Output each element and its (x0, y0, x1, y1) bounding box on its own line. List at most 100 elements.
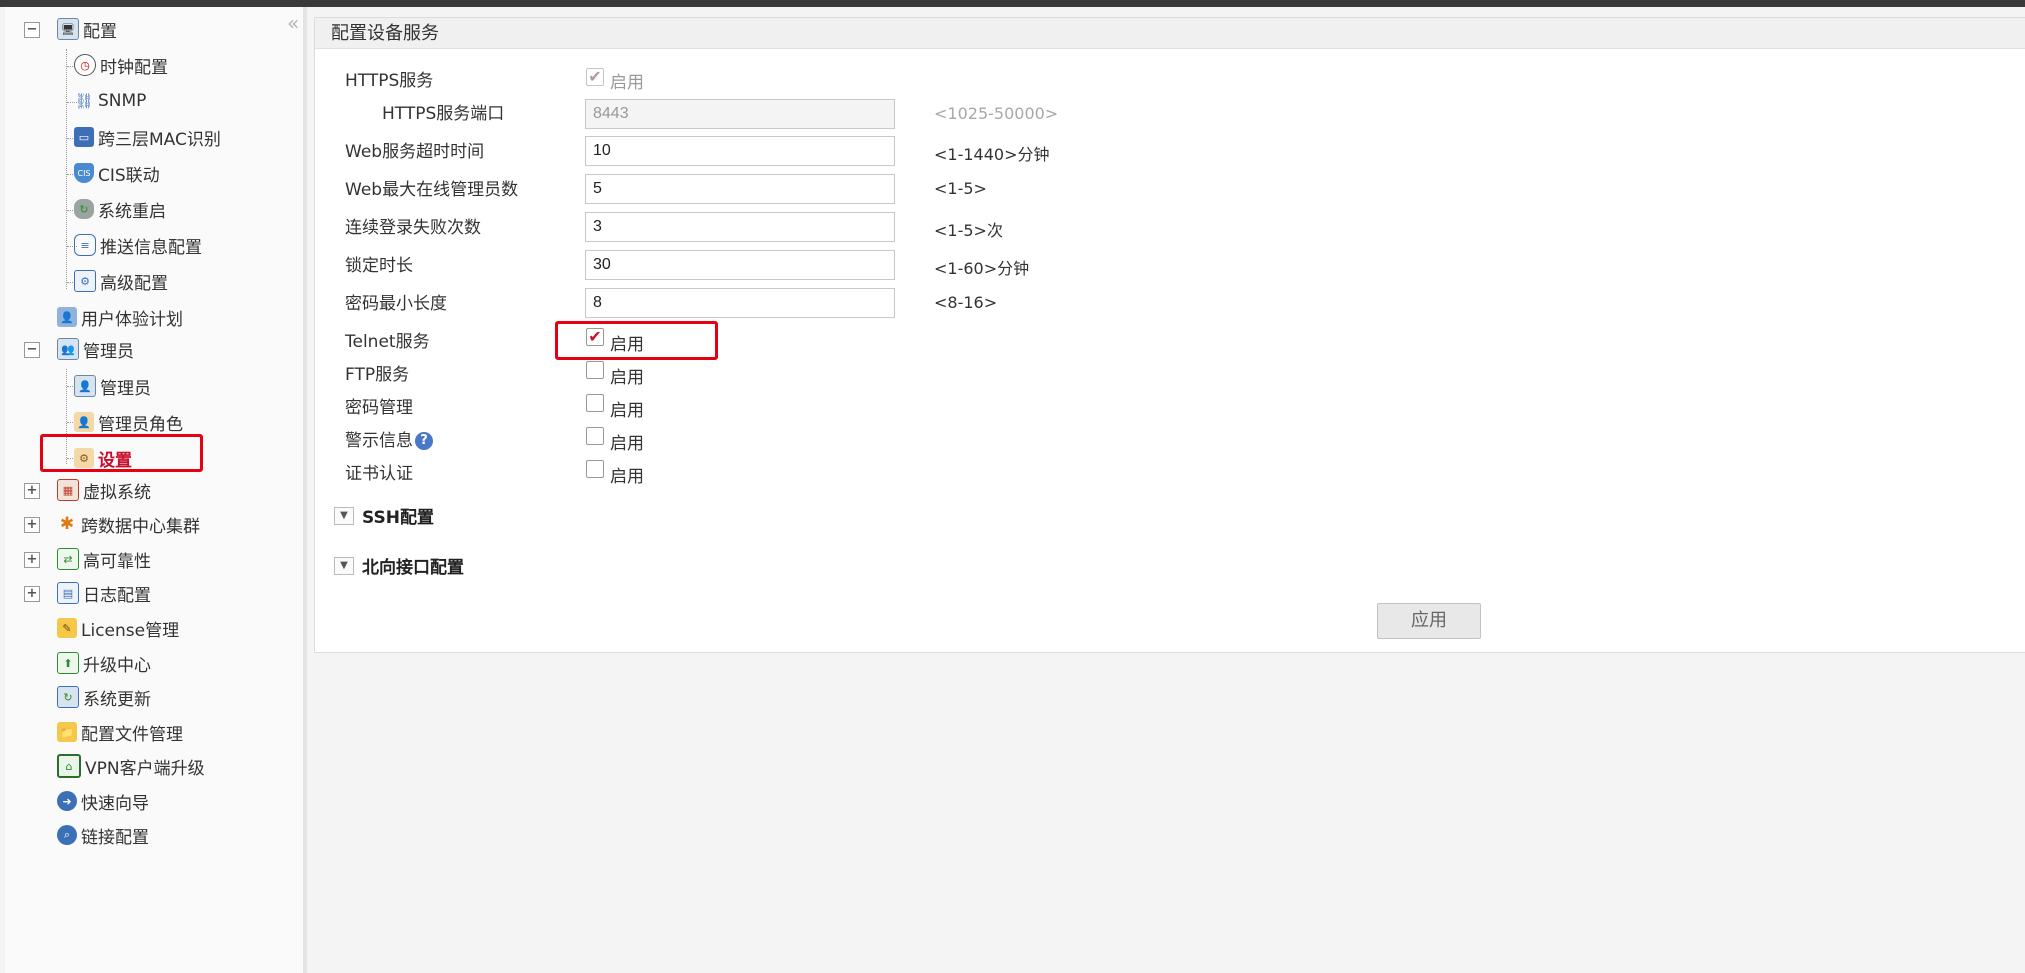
sidebar-item-label: License管理 (81, 620, 180, 641)
sidebar-item-quick-wizard[interactable]: ➜ 快速向导 (57, 786, 149, 816)
warning-info-text: 警示信息 (345, 431, 413, 451)
sidebar-item-config-file[interactable]: 📁 配置文件管理 (57, 717, 183, 747)
password-min-length-range-hint: <8-16> (934, 293, 998, 312)
sidebar-item-log-config[interactable]: ▤ 日志配置 (57, 578, 151, 608)
northbound-config-title: 北向接口配置 (362, 558, 464, 578)
https-port-range-hint: <1025-50000> (934, 104, 1059, 123)
login-failures-range-hint: <1-5>次 (934, 221, 1003, 240)
sidebar-item-clock-config[interactable]: ◷ 时钟配置 (74, 50, 168, 80)
sidebar-item-label: 升级中心 (83, 655, 151, 676)
sidebar-item-advanced-config[interactable]: ⚙ 高级配置 (74, 266, 168, 296)
web-timeout-range-hint: <1-1440>分钟 (934, 145, 1050, 164)
quick-wizard-icon: ➜ (57, 791, 77, 811)
sidebar-item-label: 配置 (83, 21, 117, 42)
user-experience-icon: 👤 (57, 307, 77, 327)
password-min-length-label: 密码最小长度 (345, 294, 447, 314)
collapse-sidebar-icon[interactable]: « (287, 13, 299, 33)
clock-icon: ◷ (74, 54, 96, 76)
sidebar-item-label: 管理员角色 (98, 414, 183, 435)
sidebar-item-mac-recognition[interactable]: ▭ 跨三层MAC识别 (74, 122, 221, 152)
sidebar-item-label: 配置文件管理 (81, 724, 183, 745)
message-icon: ≡ (74, 234, 96, 256)
https-port-input[interactable] (585, 99, 895, 129)
help-icon[interactable]: ? (415, 432, 433, 450)
sidebar-item-cross-dc-cluster[interactable]: ✱ 跨数据中心集群 (57, 509, 200, 539)
sidebar-item-snmp[interactable]: ⛓ SNMP (74, 86, 146, 116)
sidebar-item-label: 系统重启 (98, 201, 166, 222)
sidebar-item-label: 日志配置 (83, 585, 151, 606)
sidebar-item-admin-role[interactable]: 👤 管理员角色 (74, 407, 183, 437)
password-min-length-input[interactable] (585, 288, 895, 318)
mac-monitor-icon: ▭ (74, 127, 94, 147)
cluster-icon: ✱ (59, 514, 75, 534)
sidebar-item-label: 时钟配置 (100, 57, 168, 78)
expand-toggle-icon[interactable]: + (24, 483, 40, 499)
https-service-checkbox[interactable]: ✔ (586, 68, 604, 86)
virtual-system-icon: ▦ (57, 479, 79, 501)
system-update-icon: ↻ (57, 686, 79, 708)
expand-toggle-icon[interactable]: + (24, 586, 40, 602)
sidebar-item-label: 高级配置 (100, 273, 168, 294)
sidebar-item-push-info[interactable]: ≡ 推送信息配置 (74, 230, 202, 260)
admin-role-icon: 👤 (74, 412, 94, 432)
restart-icon: ↻ (74, 199, 94, 219)
collapse-toggle-icon[interactable]: − (24, 22, 40, 38)
cert-auth-checkbox[interactable] (586, 460, 604, 478)
sidebar-item-label: 推送信息配置 (100, 237, 202, 258)
sidebar-item-virtual-system[interactable]: ▦ 虚拟系统 (57, 475, 151, 505)
ftp-service-label: FTP服务 (345, 365, 410, 385)
ftp-service-checkbox[interactable] (586, 361, 604, 379)
sidebar-item-cis-linkage[interactable]: CIS CIS联动 (74, 158, 160, 188)
tree-line (66, 49, 67, 289)
web-max-admins-range-hint: <1-5> (934, 179, 987, 198)
apply-button[interactable]: 应用 (1377, 603, 1481, 639)
sidebar-item-high-availability[interactable]: ⇄ 高可靠性 (57, 544, 151, 574)
vpn-client-icon: ⌂ (57, 754, 81, 778)
sidebar-item-user-experience[interactable]: 👤 用户体验计划 (57, 302, 183, 332)
license-icon: ✎ (57, 618, 77, 638)
warning-info-checkbox[interactable] (586, 427, 604, 445)
sidebar-item-label: 虚拟系统 (83, 482, 151, 503)
sidebar-item-label: 快速向导 (81, 793, 149, 814)
monitor-gear-icon: 🖥 (57, 18, 79, 40)
sidebar-nav-tree: « − 🖥 配置 ◷ 时钟配置 ⛓ SNMP ▭ 跨三层MAC识别 CIS CI… (5, 7, 307, 973)
login-failures-label: 连续登录失败次数 (345, 218, 481, 238)
ssh-config-title: SSH配置 (362, 508, 434, 528)
sidebar-item-config[interactable]: 🖥 配置 (57, 14, 117, 44)
web-max-admins-input[interactable] (585, 174, 895, 204)
sidebar-item-admin-group[interactable]: 👥 管理员 (57, 334, 134, 364)
sidebar-item-upgrade-center[interactable]: ⬆ 升级中心 (57, 648, 151, 678)
sidebar-item-label: 系统更新 (83, 689, 151, 710)
advanced-config-icon: ⚙ (74, 270, 96, 292)
sidebar-item-admin[interactable]: 👤 管理员 (74, 371, 151, 401)
northbound-config-section-toggle[interactable]: ▼ 北向接口配置 (334, 553, 464, 578)
sidebar-item-system-restart[interactable]: ↻ 系统重启 (74, 194, 166, 224)
cert-auth-enable-label: 启用 (610, 467, 644, 487)
sidebar-item-link-config[interactable]: ⌕ 链接配置 (57, 820, 149, 850)
sidebar-item-system-update[interactable]: ↻ 系统更新 (57, 682, 151, 712)
lock-duration-input[interactable] (585, 250, 895, 280)
https-service-label: HTTPS服务 (345, 71, 434, 91)
sidebar-item-license[interactable]: ✎ License管理 (57, 613, 179, 643)
expand-toggle-icon[interactable]: + (24, 517, 40, 533)
lock-duration-range-hint: <1-60>分钟 (934, 259, 1030, 278)
telnet-service-label: Telnet服务 (345, 332, 430, 352)
web-timeout-input[interactable] (585, 136, 895, 166)
web-max-admins-label: Web最大在线管理员数 (345, 180, 519, 200)
warning-info-label: 警示信息? (345, 426, 433, 451)
telnet-highlight-box (555, 321, 718, 360)
sidebar-item-label: SNMP (98, 91, 147, 111)
web-timeout-label: Web服务超时时间 (345, 142, 485, 162)
panel-title: 配置设备服务 (315, 18, 2025, 49)
sidebar-item-vpn-client[interactable]: ⌂ VPN客户端升级 (57, 751, 205, 781)
admin-group-icon: 👥 (57, 338, 79, 360)
sidebar-item-label: CIS联动 (98, 165, 160, 186)
cis-shield-icon: CIS (74, 163, 94, 183)
config-file-icon: 📁 (57, 722, 77, 742)
login-failures-input[interactable] (585, 212, 895, 242)
collapse-toggle-icon[interactable]: − (24, 342, 40, 358)
password-management-checkbox[interactable] (586, 394, 604, 412)
https-enable-label: 启用 (610, 73, 644, 93)
expand-toggle-icon[interactable]: + (24, 552, 40, 568)
ssh-config-section-toggle[interactable]: ▼ SSH配置 (334, 503, 434, 528)
